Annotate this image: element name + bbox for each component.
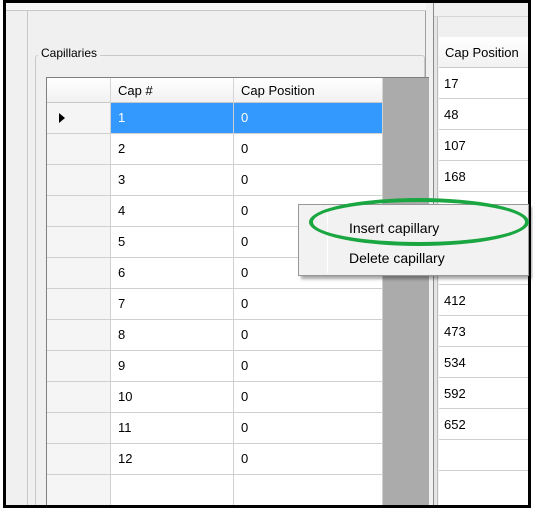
column-header-cap-number[interactable]: Cap #	[111, 78, 234, 103]
row-header[interactable]	[47, 351, 111, 382]
row-header[interactable]	[47, 320, 111, 351]
right-window-title-bar	[434, 3, 528, 17]
cell-cap-position[interactable]	[234, 475, 383, 505]
cell-cap-number[interactable]: 7	[111, 289, 234, 320]
cell-cap-position-right[interactable]	[439, 440, 528, 471]
cell-cap-number[interactable]	[111, 475, 234, 505]
window-title-bar	[6, 3, 426, 11]
menu-item-delete-capillary[interactable]: Delete capillary	[329, 245, 445, 271]
cell-cap-position-right[interactable]: 48	[439, 99, 528, 130]
cell-cap-position-right[interactable]: 592	[439, 378, 528, 409]
cell-cap-position[interactable]: 0	[234, 413, 383, 444]
table-row[interactable]: 30	[47, 165, 383, 196]
column-header-cap-position-right[interactable]: Cap Position	[439, 37, 528, 68]
table-row[interactable]: 20	[47, 134, 383, 165]
row-header[interactable]	[47, 444, 111, 475]
row-header[interactable]	[47, 134, 111, 165]
row-header-corner	[47, 78, 111, 103]
cell-cap-position-right[interactable]: 534	[439, 347, 528, 378]
row-header[interactable]	[47, 258, 111, 289]
cell-cap-number[interactable]: 11	[111, 413, 234, 444]
cell-cap-number[interactable]: 8	[111, 320, 234, 351]
row-header[interactable]	[47, 196, 111, 227]
cell-cap-position-right[interactable]: 473	[439, 316, 528, 347]
cell-cap-number[interactable]: 6	[111, 258, 234, 289]
table-row[interactable]: 80	[47, 320, 383, 351]
cell-cap-number[interactable]: 9	[111, 351, 234, 382]
capillaries-grid[interactable]: Cap # Cap Position 1 0 2 0 3 0 4 0 5 0 6 0 7 0 8 0 9 0 10 0…	[46, 77, 429, 505]
table-row[interactable]: 70	[47, 289, 383, 320]
table-row[interactable]: 12 0	[47, 444, 383, 475]
row-header[interactable]	[47, 103, 111, 134]
row-header[interactable]	[47, 475, 111, 505]
table-row[interactable]	[47, 475, 383, 505]
table-row[interactable]: 10	[47, 103, 383, 134]
cell-cap-position[interactable]: 0	[234, 320, 383, 351]
cell-cap-position-right[interactable]: 168	[439, 161, 528, 192]
cell-cap-position-right[interactable]: 17	[439, 68, 528, 99]
cell-cap-number[interactable]: 3	[111, 165, 234, 196]
window-edge	[27, 11, 28, 505]
cell-cap-number[interactable]: 1	[111, 103, 234, 134]
cell-cap-number[interactable]: 5	[111, 227, 234, 258]
cell-cap-position-right[interactable]: 107	[439, 130, 528, 161]
cell-cap-number[interactable]: 2	[111, 134, 234, 165]
cell-cap-position[interactable]: 0	[234, 289, 383, 320]
column-header-cap-position[interactable]: Cap Position	[234, 78, 383, 103]
cell-cap-position-right[interactable]: 652	[439, 409, 528, 440]
table-row[interactable]: 90	[47, 351, 383, 382]
cell-cap-position[interactable]: 0	[234, 444, 383, 475]
current-row-arrow-icon	[59, 113, 65, 123]
cell-cap-position[interactable]: 0	[234, 351, 383, 382]
cell-cap-position[interactable]: 0	[234, 165, 383, 196]
row-header[interactable]	[47, 413, 111, 444]
row-header[interactable]	[47, 165, 111, 196]
row-header[interactable]	[47, 227, 111, 258]
cell-cap-number[interactable]: 10	[111, 382, 234, 413]
highlight-ring	[309, 198, 529, 246]
capillaries-group-label: Capillaries	[38, 46, 101, 60]
grid-header: Cap # Cap Position	[47, 78, 383, 103]
cell-cap-number[interactable]: 12	[111, 444, 234, 475]
table-row[interactable]: 10 0	[47, 382, 383, 413]
grid-rows: 1 0 2 0 3 0 4 0 5 0 6 0 7 0 8 0 9 0 10 0 11 0 12 0	[47, 103, 383, 505]
cell-cap-position[interactable]: 0	[234, 134, 383, 165]
cell-cap-position[interactable]: 0	[234, 382, 383, 413]
row-header[interactable]	[47, 289, 111, 320]
cell-cap-position[interactable]: 0	[234, 103, 383, 134]
cell-cap-number[interactable]: 4	[111, 196, 234, 227]
table-row[interactable]: 11 0	[47, 413, 383, 444]
cell-cap-position-right[interactable]: 412	[439, 285, 528, 316]
row-header[interactable]	[47, 382, 111, 413]
